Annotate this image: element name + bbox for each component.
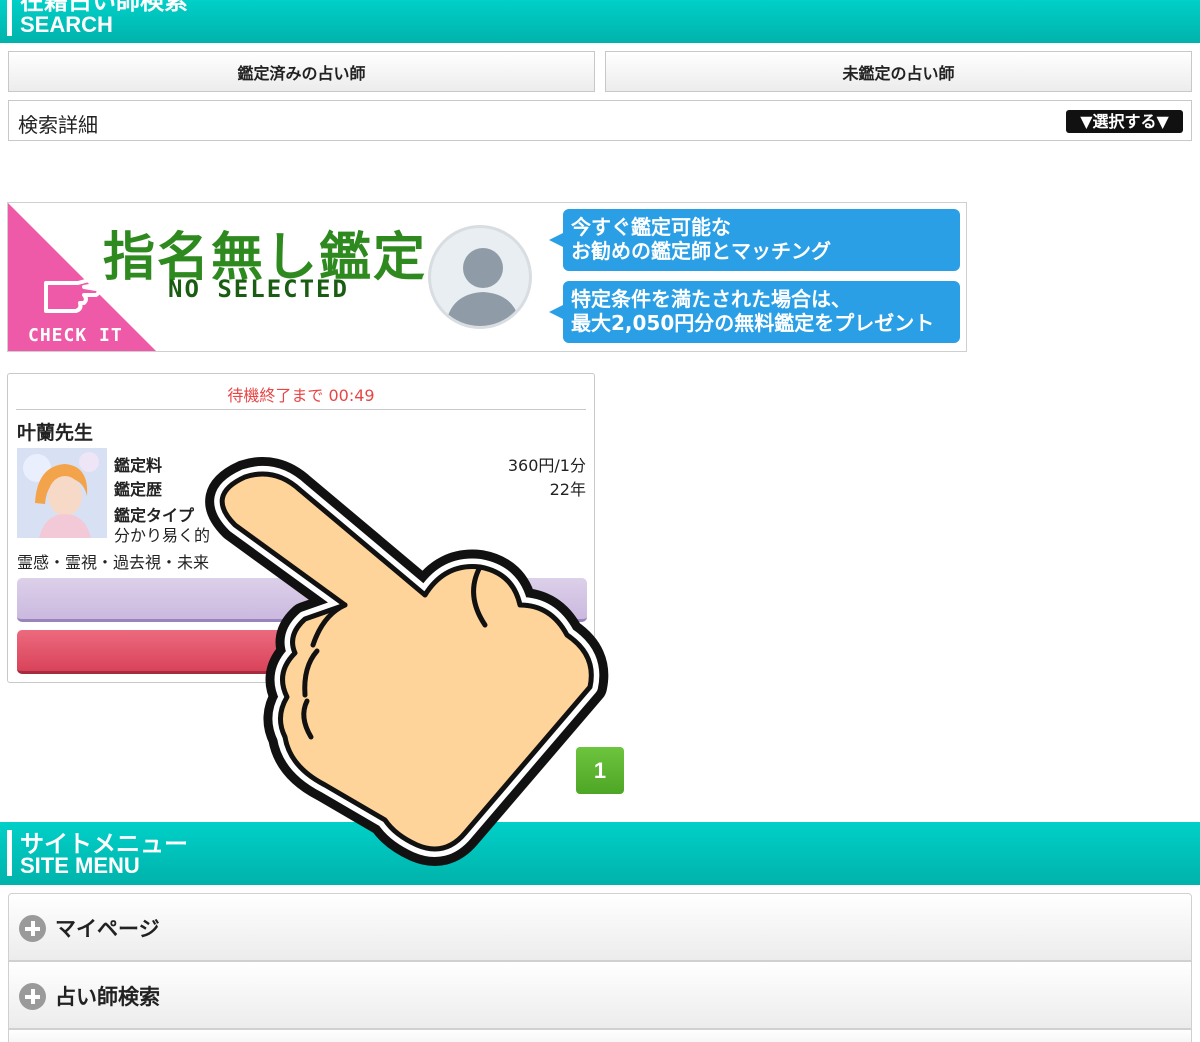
pagination-current-page[interactable]: 1 xyxy=(576,747,624,794)
menu-item-mypage[interactable]: マイページ xyxy=(8,893,1192,961)
banner-bubble-free-offer: 特定条件を満たされた場合は、 最大2,050円分の無料鑑定をプレゼント xyxy=(549,281,960,343)
search-section-header: 在籍占い師検索 SEARCH xyxy=(0,0,1200,43)
fortune-teller-card: 待機終了まで 00:49 叶蘭先生 鑑定料 360円/1分 鑑定歴 22年 鑑定… xyxy=(7,373,595,683)
fee-value: 360円/1分 xyxy=(507,456,586,475)
fee-label: 鑑定料 xyxy=(114,456,163,475)
fortune-teller-name[interactable]: 叶蘭先生 xyxy=(17,418,93,445)
career-label: 鑑定歴 xyxy=(114,480,163,499)
search-detail-label: 検索詳細 xyxy=(18,113,98,137)
bubble1-line1: 今すぐ鑑定可能な xyxy=(571,215,731,239)
site-menu-section-header: サイトメニュー SITE MENU xyxy=(0,822,1200,885)
no-selection-banner[interactable]: CHECK IT 指名無し鑑定 NO SELECTED 今すぐ鑑定可能な お勧め… xyxy=(7,202,967,352)
menu-item-label: マイページ xyxy=(55,917,160,941)
plus-icon xyxy=(19,915,46,942)
genre-tags: 霊感・霊視・過去視・未来 xyxy=(17,553,210,572)
bubble2-line1: 特定条件を満たされた場合は、 xyxy=(571,287,851,311)
tab-unconsulted-fortune-tellers[interactable]: 未鑑定の占い師 xyxy=(605,51,1192,92)
bubble1-line2: お勧めの鑑定師とマッチング xyxy=(571,239,831,263)
menu-item-fortune-teller-search[interactable]: 占い師検索 xyxy=(8,961,1192,1029)
consult-button[interactable]: ただ xyxy=(17,630,587,674)
search-detail-bar[interactable]: 検索詳細 ▼選択する▼ xyxy=(8,100,1192,141)
check-it-label: CHECK IT xyxy=(28,325,123,346)
type-value: 分かり易く的 xyxy=(114,526,211,545)
bubble2-line2: 最大2,050円分の無料鑑定をプレゼント xyxy=(571,311,935,335)
header-accent-bar xyxy=(7,830,12,876)
tab-consulted-fortune-tellers[interactable]: 鑑定済みの占い師 xyxy=(8,51,595,92)
plus-icon xyxy=(19,983,46,1010)
fortune-teller-photo[interactable] xyxy=(17,448,107,538)
select-button[interactable]: ▼選択する▼ xyxy=(1066,110,1183,133)
site-menu-header-subtitle: SITE MENU xyxy=(20,853,140,878)
career-value: 22年 xyxy=(549,480,586,499)
banner-subtitle: NO SELECTED xyxy=(168,275,349,303)
menu-item-next[interactable] xyxy=(8,1029,1192,1042)
card-divider xyxy=(16,409,586,410)
banner-bubble-matching: 今すぐ鑑定可能な お勧めの鑑定師とマッチング xyxy=(549,209,960,271)
menu-item-label: 占い師検索 xyxy=(55,985,160,1009)
anonymous-avatar-icon xyxy=(428,225,532,329)
header-accent-bar xyxy=(7,0,12,36)
profile-button[interactable] xyxy=(17,578,587,622)
search-header-subtitle: SEARCH xyxy=(20,12,113,37)
waiting-timer: 待機終了まで 00:49 xyxy=(227,386,375,405)
